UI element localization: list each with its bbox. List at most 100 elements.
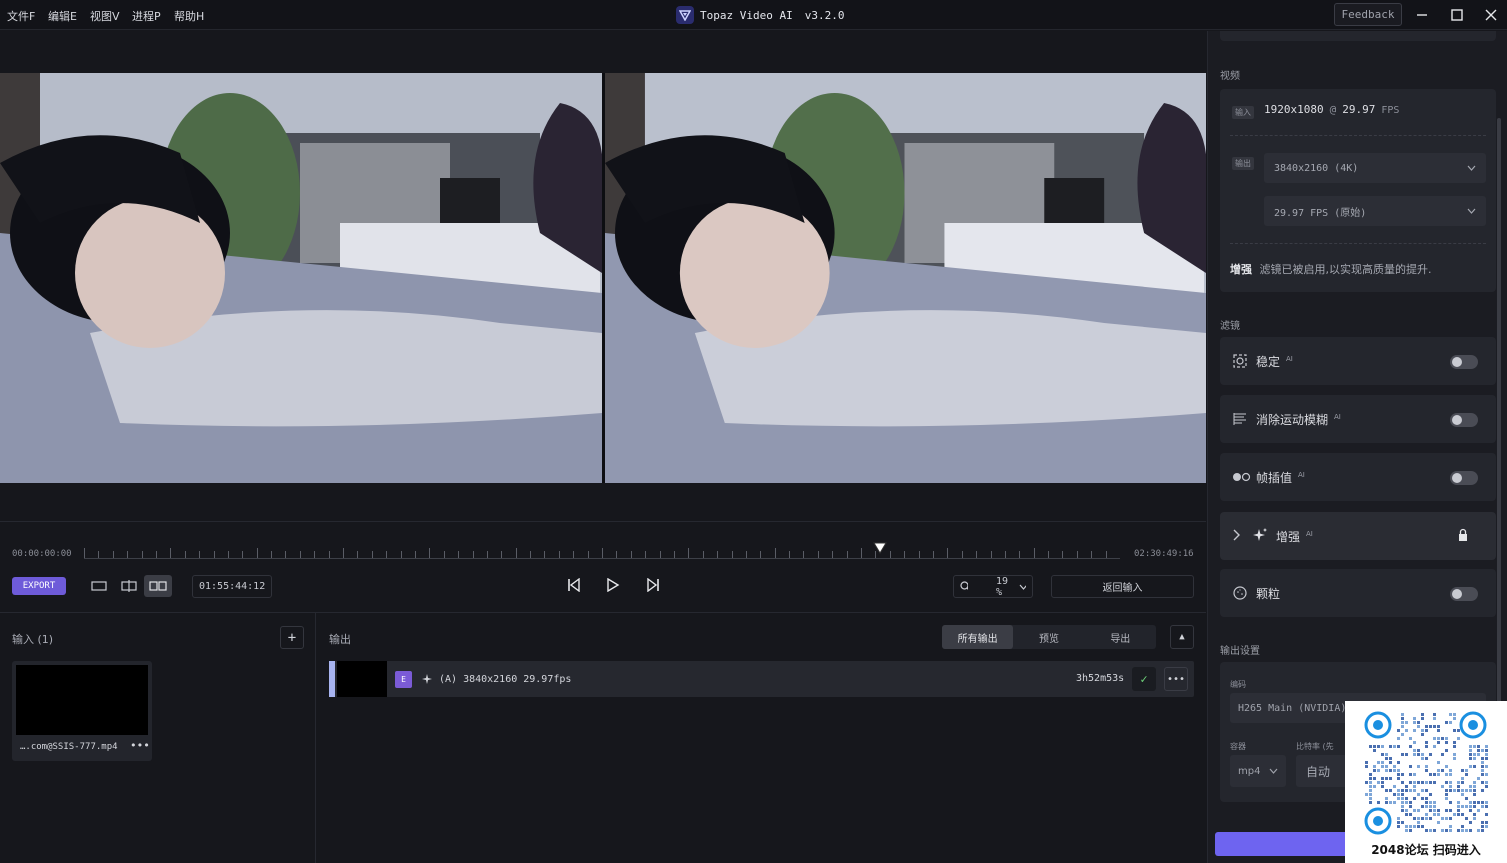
more-options-icon[interactable]: ••• <box>130 739 150 752</box>
enhance-note: 增强 滤镜已被启用,以实现高质量的提升. <box>1230 261 1432 277</box>
frame-interpolation-toggle[interactable] <box>1450 471 1478 485</box>
filter-stabilize[interactable]: 稳定 AI <box>1220 337 1496 385</box>
feedback-button[interactable]: Feedback <box>1334 3 1402 26</box>
filter-frame-interpolation-label: 帧插值 <box>1256 471 1293 485</box>
step-back-icon[interactable] <box>567 577 581 595</box>
filter-frame-interpolation[interactable]: 帧插值 AI <box>1220 453 1496 501</box>
output-thumbnail <box>337 661 387 697</box>
return-to-input-button[interactable]: 返回输入 <box>1051 575 1194 598</box>
chevron-down-icon <box>1467 208 1476 214</box>
input-thumbnail <box>16 665 148 735</box>
zoom-icon <box>960 581 968 590</box>
more-options-icon[interactable]: ••• <box>1164 667 1188 691</box>
ai-badge: AI <box>1306 530 1313 538</box>
filter-grain[interactable]: 颗粒 <box>1220 569 1496 617</box>
filters-heading: 滤镜 <box>1220 321 1240 332</box>
qr-finder-dot <box>1468 720 1478 730</box>
qr-caption: 2048论坛 扫码进入 <box>1371 843 1481 857</box>
stabilize-icon <box>1232 353 1248 373</box>
zoom-value: 19 % <box>995 575 1009 598</box>
app-name: Topaz Video AI <box>700 8 793 22</box>
input-file-card[interactable]: ….com@SSIS-777.mp4 ••• <box>12 661 152 761</box>
close-icon[interactable] <box>1482 6 1500 24</box>
enhance-note-bold: 增强 <box>1230 263 1252 276</box>
input-spec: 1920x1080 @ 29.97 FPS <box>1264 103 1399 116</box>
timeline-start-time: 00:00:00:00 <box>12 549 72 559</box>
filter-stabilize-label: 稳定 <box>1256 355 1281 369</box>
output-row-accent <box>329 661 335 697</box>
input-fps-unit: FPS <box>1381 105 1400 116</box>
sparkle-icon <box>422 674 432 684</box>
side-by-side-view-icon[interactable] <box>144 575 172 597</box>
container-select[interactable]: mp4 <box>1230 755 1286 787</box>
app-version: v3.2.0 <box>804 8 845 22</box>
single-view-icon[interactable] <box>85 575 113 597</box>
tab-preview[interactable]: 预览 <box>1013 625 1084 649</box>
chevron-right-icon[interactable] <box>1232 528 1242 545</box>
sparkle-icon <box>1252 527 1268 546</box>
grain-toggle[interactable] <box>1450 587 1478 601</box>
output-duration: 3h52m53s <box>1076 673 1125 684</box>
collapsed-card <box>1220 31 1496 41</box>
output-fps-select[interactable]: 29.97 FPS (原始) <box>1264 196 1486 226</box>
qr-code-overlay: 2048论坛 扫码进入 <box>1345 701 1507 863</box>
motion-deblur-toggle[interactable] <box>1450 413 1478 427</box>
timeline: 00:00:00:00 02:30:49:16 EXPORT 01:55:44:… <box>0 521 1206 613</box>
output-tabs: 所有输出 预览 导出 <box>942 625 1156 649</box>
bitrate-label: 比特率 (先 <box>1296 742 1334 751</box>
timeline-end-time: 02:30:49:16 <box>1134 549 1194 559</box>
timecode-input[interactable]: 01:55:44:12 <box>192 575 272 598</box>
enhance-note-text: 滤镜已被启用,以实现高质量的提升. <box>1259 263 1432 276</box>
tab-all-outputs[interactable]: 所有输出 <box>942 625 1014 649</box>
filter-motion-deblur[interactable]: 消除运动模糊 AI <box>1220 395 1496 443</box>
ai-badge: AI <box>1286 355 1293 363</box>
sort-icon[interactable]: ▲ <box>1170 625 1194 649</box>
enhanced-frame <box>605 73 1206 483</box>
qr-code-image <box>1364 711 1488 835</box>
chevron-down-icon <box>1467 165 1476 171</box>
output-fps: 29.97fps <box>523 673 572 685</box>
step-forward-icon[interactable] <box>646 577 660 595</box>
playhead-icon[interactable] <box>873 542 887 557</box>
output-tag: 输出 <box>1232 157 1254 170</box>
chevron-down-icon <box>1269 768 1278 774</box>
menu-edit[interactable]: 编辑E <box>48 8 77 24</box>
add-input-button[interactable]: + <box>280 626 304 649</box>
output-spec: (A) 3840x2160 29.97fps <box>421 673 571 685</box>
ai-badge: AI <box>1298 471 1305 479</box>
check-icon[interactable]: ✓ <box>1132 667 1156 691</box>
output-row[interactable]: E (A) 3840x2160 29.97fps 3h52m53s ✓ ••• <box>329 661 1194 697</box>
export-button[interactable]: EXPORT <box>12 577 66 595</box>
timeline-ruler[interactable] <box>84 548 1120 560</box>
menu-view[interactable]: 视图V <box>90 8 120 24</box>
filter-enhance-label: 增强 <box>1276 530 1301 544</box>
frame-interpolation-icon <box>1232 469 1252 489</box>
output-resolution: 3840x2160 <box>463 673 518 685</box>
input-file-name: ….com@SSIS-777.mp4 <box>20 742 118 752</box>
output-model: (A) <box>439 673 458 685</box>
qr-finder-dot <box>1373 816 1383 826</box>
chevron-down-icon <box>1020 584 1026 590</box>
container-label: 容器 <box>1230 742 1246 751</box>
menu-help[interactable]: 帮助H <box>174 8 204 24</box>
play-icon[interactable] <box>606 577 620 595</box>
zoom-select[interactable]: 19 % <box>953 575 1033 598</box>
menu-file[interactable]: 文件F <box>7 8 35 24</box>
ai-badge: AI <box>1334 413 1341 421</box>
topaz-logo-icon <box>676 6 694 24</box>
maximize-icon[interactable] <box>1448 6 1466 24</box>
original-frame <box>0 73 602 483</box>
tab-export[interactable]: 导出 <box>1085 625 1156 649</box>
output-resolution-select[interactable]: 3840x2160 (4K) <box>1264 153 1486 183</box>
preview-area <box>0 31 1206 521</box>
filter-enhance[interactable]: 增强 AI <box>1220 512 1496 560</box>
stabilize-toggle[interactable] <box>1450 355 1478 369</box>
sidebar-scrollbar[interactable] <box>1497 118 1501 728</box>
menu-process[interactable]: 进程P <box>132 8 161 24</box>
input-at: @ <box>1329 103 1337 116</box>
minimize-icon[interactable] <box>1413 6 1431 24</box>
split-view-icon[interactable] <box>115 575 143 597</box>
qr-finder-dot <box>1373 720 1383 730</box>
grain-icon <box>1232 585 1248 605</box>
divider <box>1230 135 1486 136</box>
